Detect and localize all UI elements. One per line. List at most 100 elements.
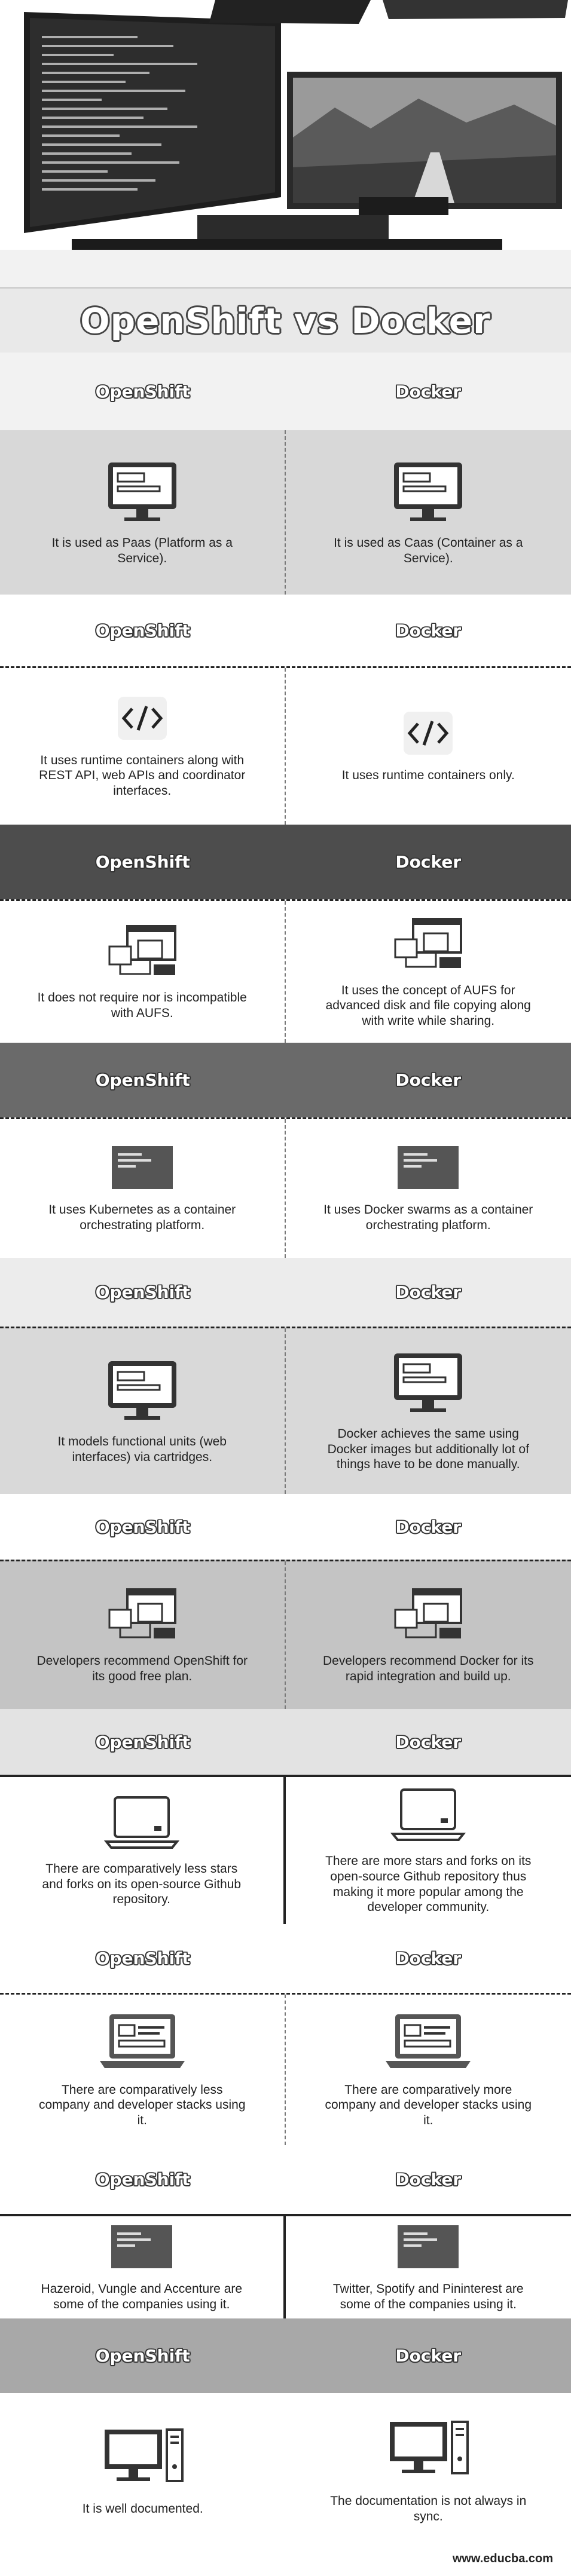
- comparison-row: It uses Kubernetes as a container orches…: [0, 1117, 571, 1258]
- screen-icon: [398, 1146, 459, 1190]
- openshift-cell: Hazeroid, Vungle and Accenture are some …: [0, 2216, 286, 2318]
- code-icon: [117, 696, 167, 740]
- openshift-label: OpenShift: [95, 1732, 190, 1752]
- openshift-cell: It is well documented.: [0, 2393, 286, 2549]
- docker-label: Docker: [395, 1282, 462, 1302]
- docker-label: Docker: [395, 381, 462, 402]
- docker-label: Docker: [395, 1070, 462, 1090]
- column-header: OpenShift Docker: [0, 2318, 571, 2393]
- comparison-row: There are comparatively less stars and f…: [0, 1775, 571, 1924]
- docker-text: The documentation is not always in sync.: [330, 2494, 527, 2523]
- docker-label: Docker: [395, 620, 462, 641]
- title-banner: OpenShift vs Docker: [0, 287, 571, 353]
- laptop-icon: [390, 1788, 466, 1842]
- screen-icon: [111, 1146, 173, 1190]
- monitor-icon: [108, 1361, 176, 1420]
- comparison-row: Developers recommend OpenShift for its g…: [0, 1560, 571, 1709]
- openshift-cell: It uses Kubernetes as a container orches…: [0, 1119, 286, 1258]
- openshift-cell: It is used as Paas (Platform as a Servic…: [0, 430, 286, 595]
- docker-cell: There are more stars and forks on its op…: [286, 1777, 571, 1924]
- laptop-window-icon: [99, 2014, 185, 2068]
- monitor-icon: [394, 1353, 463, 1413]
- column-header: OpenShift Docker: [0, 825, 571, 899]
- network-icon: [394, 917, 463, 968]
- openshift-label: OpenShift: [95, 852, 190, 872]
- docker-cell: It uses Docker swarms as a container orc…: [286, 1119, 571, 1258]
- openshift-label: OpenShift: [95, 2346, 190, 2366]
- docker-label: Docker: [395, 2170, 462, 2189]
- docker-cell: Docker achieves the same using Docker im…: [286, 1328, 571, 1494]
- docker-cell: It is used as Caas (Container as a Servi…: [286, 430, 571, 595]
- docker-cell: The documentation is not always in sync.: [286, 2393, 571, 2549]
- docker-label: Docker: [395, 852, 462, 872]
- docker-text: It uses Docker swarms as a container orc…: [323, 1203, 533, 1232]
- column-header: OpenShift Docker: [0, 1494, 571, 1560]
- docker-text: Developers recommend Docker for its rapi…: [323, 1654, 534, 1683]
- comparison-row: It does not require nor is incompatible …: [0, 899, 571, 1043]
- docker-cell: Developers recommend Docker for its rapi…: [286, 1561, 571, 1709]
- openshift-cell: It uses runtime containers along with RE…: [0, 668, 286, 825]
- screen-icon: [111, 2225, 172, 2268]
- network-icon: [108, 1588, 176, 1639]
- docker-label: Docker: [395, 1732, 462, 1752]
- docker-text: Docker achieves the same using Docker im…: [327, 1427, 529, 1472]
- column-header: OpenShift Docker: [0, 353, 571, 430]
- docker-text: It uses the concept of AUFS for advanced…: [325, 983, 531, 1028]
- openshift-cell: There are comparatively less stars and f…: [0, 1777, 286, 1924]
- comparison-row: Hazeroid, Vungle and Accenture are some …: [0, 2214, 571, 2318]
- openshift-text: Developers recommend OpenShift for its g…: [36, 1654, 248, 1683]
- desktop-tower-icon: [390, 2421, 469, 2475]
- network-icon: [394, 1588, 463, 1639]
- openshift-text: It does not require nor is incompatible …: [37, 991, 247, 1020]
- docker-text: There are comparatively more company and…: [325, 2082, 532, 2127]
- openshift-text: There are comparatively less company and…: [38, 2082, 246, 2127]
- openshift-text: It uses runtime containers along with RE…: [39, 753, 246, 798]
- comparison-row: It uses runtime containers along with RE…: [0, 666, 571, 825]
- openshift-cell: It models functional units (web interfac…: [0, 1328, 286, 1494]
- docker-text: Twitter, Spotify and Pininterest are som…: [332, 2281, 524, 2311]
- comparison-row: It models functional units (web interfac…: [0, 1327, 571, 1494]
- monitor-icon: [394, 462, 463, 521]
- openshift-text: Hazeroid, Vungle and Accenture are some …: [41, 2281, 243, 2311]
- openshift-text: It uses Kubernetes as a container orches…: [48, 1203, 236, 1232]
- comparison-row: It is used as Paas (Platform as a Servic…: [0, 430, 571, 595]
- docker-label: Docker: [395, 2346, 462, 2366]
- openshift-cell: Developers recommend OpenShift for its g…: [0, 1561, 286, 1709]
- code-icon: [404, 712, 453, 755]
- openshift-text: It is well documented.: [82, 2502, 203, 2516]
- column-header: OpenShift Docker: [0, 595, 571, 666]
- openshift-label: OpenShift: [95, 1949, 190, 1968]
- column-header: OpenShift Docker: [0, 1043, 571, 1117]
- openshift-text: There are comparatively less stars and f…: [42, 1862, 242, 1907]
- column-header: OpenShift Docker: [0, 1709, 571, 1775]
- page-title: OpenShift vs Docker: [80, 300, 491, 341]
- network-icon: [108, 925, 176, 976]
- docker-label: Docker: [395, 1949, 462, 1968]
- docker-cell: It uses runtime containers only.: [286, 668, 571, 825]
- openshift-label: OpenShift: [95, 1070, 190, 1090]
- column-header: OpenShift Docker: [0, 2145, 571, 2214]
- laptop-icon: [103, 1796, 179, 1849]
- openshift-cell: It does not require nor is incompatible …: [0, 901, 286, 1043]
- openshift-label: OpenShift: [95, 2170, 190, 2189]
- docker-cell: It uses the concept of AUFS for advanced…: [286, 901, 571, 1043]
- screen-icon: [398, 2225, 459, 2268]
- docker-text: It uses runtime containers only.: [341, 768, 515, 783]
- workstation-illustration: [0, 0, 571, 287]
- footer-url: www.educba.com: [452, 2552, 553, 2565]
- laptop-window-icon: [386, 2014, 471, 2068]
- docker-text: It is used as Caas (Container as a Servi…: [334, 535, 523, 565]
- openshift-cell: There are comparatively less company and…: [0, 1995, 286, 2145]
- docker-text: There are more stars and forks on its op…: [325, 1854, 532, 1915]
- openshift-text: It is used as Paas (Platform as a Servic…: [51, 535, 233, 565]
- comparison-row: There are comparatively less company and…: [0, 1993, 571, 2145]
- comparison-row: It is well documented. The documentation…: [0, 2393, 571, 2549]
- column-header: OpenShift Docker: [0, 1924, 571, 1993]
- hero-image: [0, 0, 571, 287]
- openshift-label: OpenShift: [95, 620, 190, 641]
- openshift-label: OpenShift: [95, 1517, 190, 1537]
- openshift-label: OpenShift: [95, 381, 190, 402]
- column-header: OpenShift Docker: [0, 1258, 571, 1327]
- openshift-text: It models functional units (web interfac…: [57, 1434, 227, 1464]
- monitor-icon: [108, 462, 176, 521]
